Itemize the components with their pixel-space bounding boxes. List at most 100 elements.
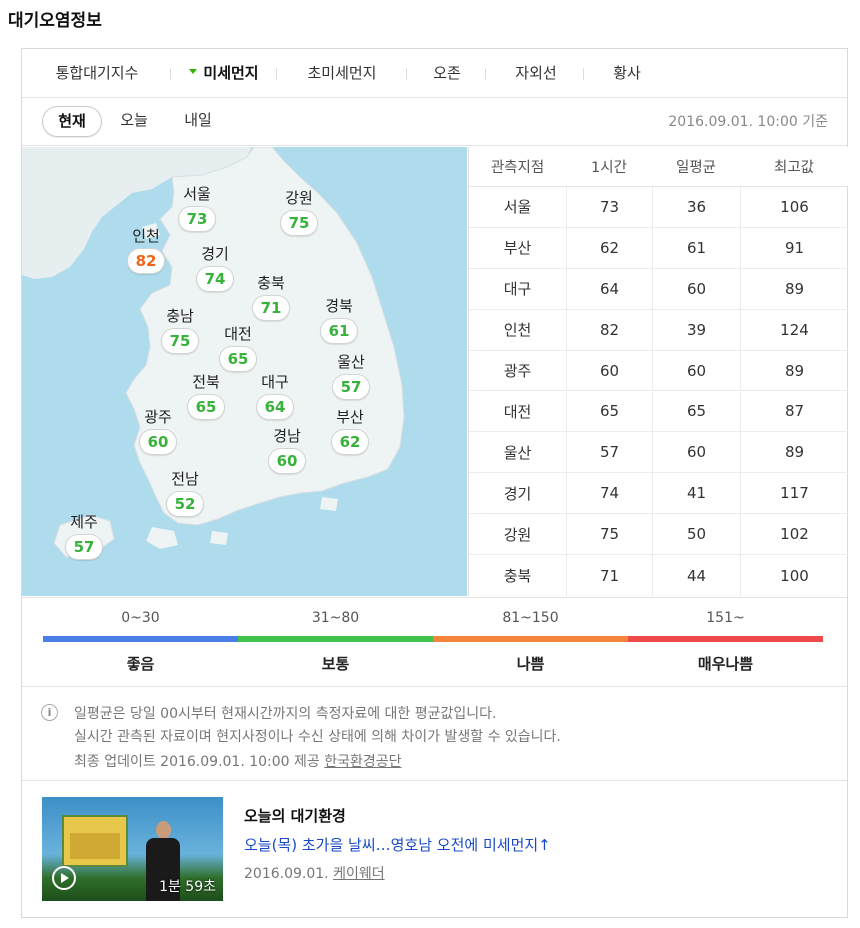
city-marker-daegu[interactable]: 대구 64	[240, 373, 310, 420]
table-row: 경기 74 41 117	[469, 473, 848, 515]
city-marker-incheon[interactable]: 인천 82	[111, 227, 181, 274]
tab-today[interactable]: 오늘	[106, 106, 162, 137]
news-headline-link[interactable]: 오늘(목) 초가을 날씨…영호남 오전에 미세먼지↑	[244, 834, 551, 855]
city-name: 대전	[224, 325, 252, 343]
city-name: 경남	[273, 427, 301, 445]
legend-label: 나쁨	[516, 655, 545, 673]
city-marker-gwangju[interactable]: 광주 60	[123, 408, 193, 455]
city-name: 인천	[132, 227, 160, 245]
city-value-badge: 75	[280, 210, 318, 236]
city-value-badge: 62	[331, 429, 369, 455]
station-name-cell: 대전	[503, 402, 532, 421]
station-name-cell: 광주	[503, 362, 532, 381]
legend-good: 0~30 좋음	[43, 598, 238, 674]
tab-divider	[583, 68, 584, 80]
column-header: 최고값	[773, 160, 815, 176]
value-cell: 44	[652, 555, 740, 596]
korea-map: 서울 73 강원 75 인천 82 경기 74 충북 71 경북 61 충남 7…	[22, 147, 467, 596]
city-value-badge: 60	[139, 429, 177, 455]
tab-yellow-dust[interactable]: 황사	[592, 49, 662, 98]
legend-normal: 31~80 보통	[238, 598, 433, 674]
city-value-badge: 82	[127, 248, 165, 274]
table-row: 대전 65 65 87	[469, 391, 848, 433]
city-marker-gyeongbuk[interactable]: 경북 61	[304, 297, 374, 344]
table-row: 인천 82 39 124	[469, 309, 848, 351]
legend-bar	[433, 636, 628, 642]
city-value-badge: 71	[252, 295, 290, 321]
info-icon: i	[41, 704, 58, 721]
info-text-average: 일평균은 당일 00시부터 현재시간까지의 측정자료에 대한 평균값입니다.	[74, 706, 497, 722]
table-row: 부산 62 61 91	[469, 227, 848, 269]
value-cell: 60	[566, 350, 652, 391]
city-marker-gangwon[interactable]: 강원 75	[264, 189, 334, 236]
tab-uv[interactable]: 자외선	[496, 49, 576, 98]
city-value-badge: 75	[161, 328, 199, 354]
city-value-badge: 64	[256, 394, 294, 420]
city-name: 강원	[285, 189, 313, 207]
play-icon[interactable]	[52, 866, 76, 890]
tab-tomorrow[interactable]: 내일	[168, 106, 228, 137]
station-name-cell: 부산	[503, 239, 532, 258]
table-row: 울산 57 60 89	[469, 432, 848, 474]
station-name-cell: 울산	[503, 443, 532, 462]
value-cell: 60	[652, 350, 740, 391]
tab-now[interactable]: 현재	[42, 106, 102, 137]
station-name-cell: 충북	[503, 567, 532, 586]
city-value-badge: 74	[196, 266, 234, 292]
value-cell: 41	[652, 473, 740, 514]
page-title: 대기오염정보	[8, 11, 102, 31]
city-marker-jeonnam[interactable]: 전남 52	[150, 470, 220, 517]
city-marker-gyeongnam[interactable]: 경남 60	[252, 427, 322, 474]
city-value-badge: 73	[178, 206, 216, 232]
legend-label: 매우나쁨	[697, 655, 754, 673]
legend-bar	[43, 636, 238, 642]
city-marker-seoul[interactable]: 서울 73	[162, 185, 232, 232]
value-cell: 62	[566, 227, 652, 268]
news-date: 2016.09.01.	[244, 866, 329, 882]
tab-ozone[interactable]: 오존	[412, 49, 482, 98]
video-thumbnail[interactable]: 1분 59초	[42, 797, 223, 901]
value-cell: 61	[652, 227, 740, 268]
legend-label: 보통	[321, 655, 350, 673]
value-cell: 65	[566, 391, 652, 432]
city-name: 대구	[261, 373, 289, 391]
news-source-link[interactable]: 케이웨더	[333, 866, 385, 882]
tab-ultrafine-dust[interactable]: 초미세먼지	[280, 49, 404, 98]
value-cell: 106	[740, 187, 848, 227]
city-value-badge: 61	[320, 318, 358, 344]
table-row: 충북 71 44 100	[469, 555, 848, 596]
provider-link[interactable]: 한국환경공단	[324, 754, 401, 770]
value-cell: 102	[740, 514, 848, 555]
city-marker-busan[interactable]: 부산 62	[315, 408, 385, 455]
city-name: 제주	[70, 513, 98, 531]
city-marker-jeju[interactable]: 제주 57	[49, 513, 119, 560]
city-marker-chungbuk[interactable]: 충북 71	[236, 274, 306, 321]
level-legend: 0~30 좋음 31~80 보통 81~150 나쁨 151~ 매우나쁨	[22, 597, 847, 687]
value-cell: 60	[652, 268, 740, 309]
info-text-realtime: 실시간 관측된 자료이며 현지사정이나 수신 상태에 의해 차이가 발생할 수 …	[74, 729, 561, 745]
city-name: 경기	[201, 245, 229, 263]
tab-fine-dust[interactable]: 미세먼지	[174, 49, 274, 98]
city-value-badge: 60	[268, 448, 306, 474]
value-cell: 75	[566, 514, 652, 555]
city-value-badge: 52	[166, 491, 204, 517]
table-header: 관측지점 1시간 일평균 최고값	[469, 147, 848, 187]
update-text: 최종 업데이트 2016.09.01. 10:00 제공	[74, 754, 320, 770]
city-value-badge: 57	[65, 534, 103, 560]
tab-divider	[485, 68, 486, 80]
city-marker-ulsan[interactable]: 울산 57	[316, 353, 386, 400]
tab-divider	[406, 68, 407, 80]
update-info: 최종 업데이트 2016.09.01. 10:00 제공 한국환경공단	[74, 751, 402, 771]
city-name: 부산	[336, 408, 364, 426]
city-marker-daejeon[interactable]: 대전 65	[203, 325, 273, 372]
value-cell: 89	[740, 350, 848, 391]
column-header: 일평균	[675, 160, 717, 176]
station-name-cell: 대구	[503, 280, 532, 299]
value-cell: 57	[566, 432, 652, 473]
table-row: 대구 64 60 89	[469, 268, 848, 310]
value-cell: 65	[652, 391, 740, 432]
tab-divider	[170, 68, 171, 80]
table-row: 광주 60 60 89	[469, 350, 848, 392]
tab-integrated-index[interactable]: 통합대기지수	[32, 49, 162, 98]
table-row: 서울 73 36 106	[469, 187, 848, 228]
